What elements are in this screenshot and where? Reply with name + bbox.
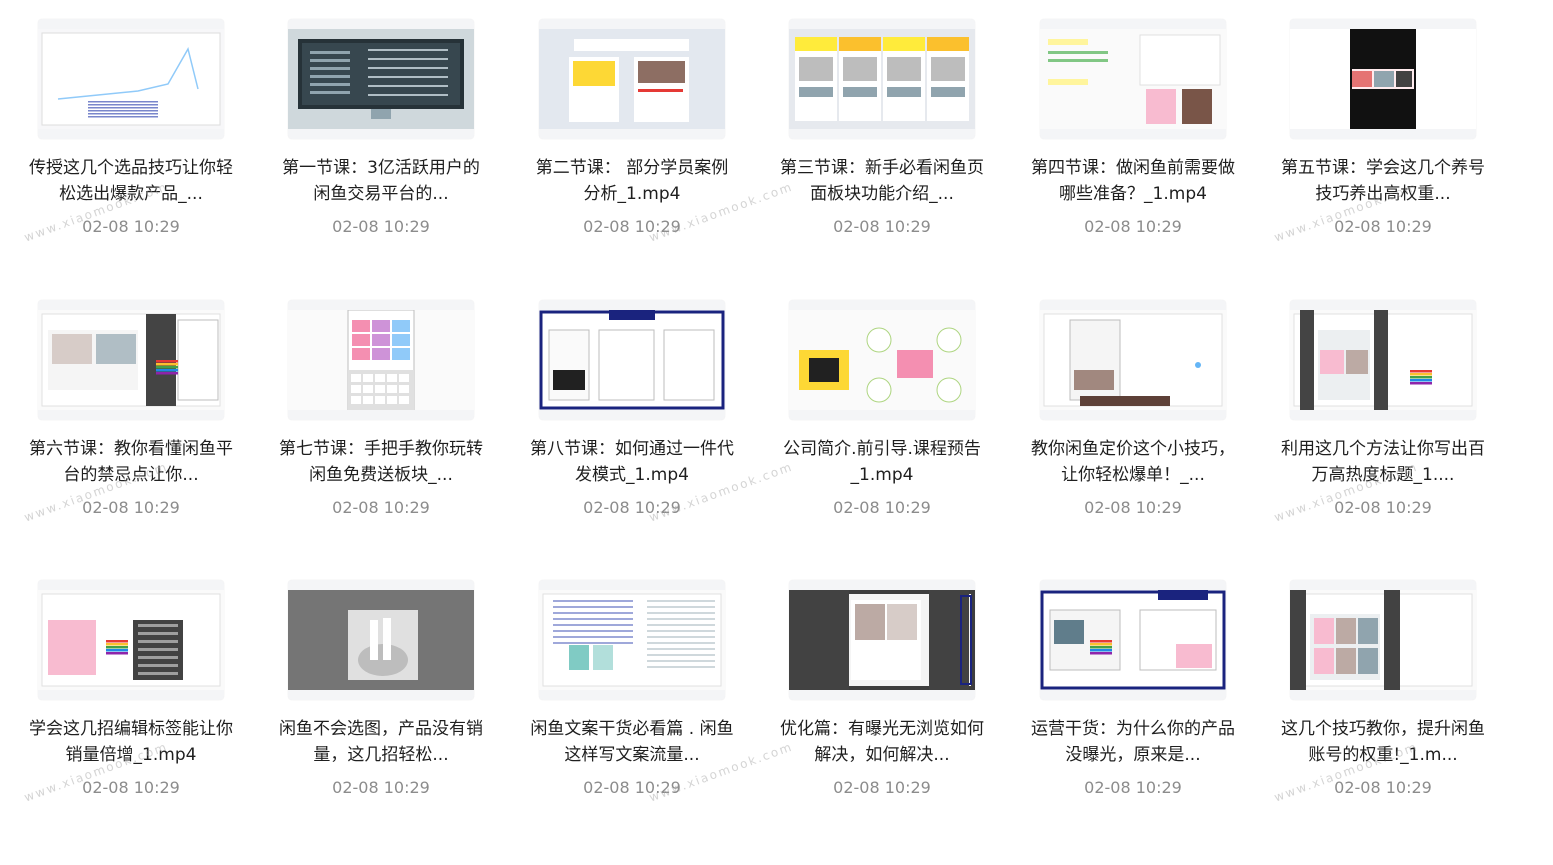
video-thumbnail[interactable] xyxy=(38,19,224,139)
video-thumbnail[interactable] xyxy=(539,300,725,420)
file-title[interactable]: 第三节课：新手必看闲鱼页面板块功能介绍_... xyxy=(779,155,985,207)
file-title[interactable]: 公司简介.前引导.课程预告_1.mp4 xyxy=(779,436,985,488)
file-timestamp: 02-08 10:29 xyxy=(833,498,931,517)
file-title[interactable]: 学会这几招编辑标签能让你销量倍增_1.mp4 xyxy=(28,716,234,768)
file-grid: 传授这几个选品技巧让你轻松选出爆款产品_... 02-08 10:29 第一节课：3… xyxy=(0,0,1553,865)
file-item[interactable]: 第五节课：学会这几个养号技巧养出高权重... 02-08 10:29 xyxy=(1281,19,1500,239)
file-timestamp: 02-08 10:29 xyxy=(82,498,180,517)
file-timestamp: 02-08 10:29 xyxy=(1334,778,1432,797)
video-thumbnail[interactable] xyxy=(539,19,725,139)
file-timestamp: 02-08 10:29 xyxy=(1084,498,1182,517)
video-thumbnail[interactable] xyxy=(789,19,975,139)
file-item[interactable]: 传授这几个选品技巧让你轻松选出爆款产品_... 02-08 10:29 xyxy=(29,19,248,239)
file-timestamp: 02-08 10:29 xyxy=(1084,217,1182,236)
file-timestamp: 02-08 10:29 xyxy=(1334,217,1432,236)
file-item[interactable]: 利用这几个方法让你写出百万高热度标题_1.... 02-08 10:29 xyxy=(1281,300,1500,520)
video-thumbnail[interactable] xyxy=(288,580,474,700)
video-thumbnail[interactable] xyxy=(38,580,224,700)
file-item[interactable]: 第二节课： 部分学员案例分析_1.mp4 02-08 10:29 xyxy=(536,19,749,239)
file-item[interactable]: 第六节课：教你看懂闲鱼平台的禁忌点让你... 02-08 10:29 xyxy=(29,300,248,520)
file-timestamp: 02-08 10:29 xyxy=(82,217,180,236)
file-item[interactable]: 第八节课：如何通过一件代发模式_1.mp4 02-08 10:29 xyxy=(530,300,749,520)
file-timestamp: 02-08 10:29 xyxy=(332,498,430,517)
file-item[interactable]: 第七节课：手把手教你玩转闲鱼免费送板块_... 02-08 10:29 xyxy=(279,300,498,520)
file-title[interactable]: 第六节课：教你看懂闲鱼平台的禁忌点让你... xyxy=(28,436,234,488)
file-title[interactable]: 这几个技巧教你，提升闲鱼账号的权重!_1.m... xyxy=(1280,716,1486,768)
file-timestamp: 02-08 10:29 xyxy=(583,778,681,797)
file-item[interactable]: 闲鱼文案干货必看篇 . 闲鱼这样写文案流量... 02-08 10:29 xyxy=(530,580,749,800)
file-item[interactable]: 第一节课：3亿活跃用户的闲鱼交易平台的... 02-08 10:29 xyxy=(282,19,498,239)
file-timestamp: 02-08 10:29 xyxy=(583,498,681,517)
file-item[interactable]: 教你闲鱼定价这个小技巧，让你轻松爆单！_... 02-08 10:29 xyxy=(1031,300,1250,520)
video-thumbnail[interactable] xyxy=(1040,19,1226,139)
file-item[interactable]: 公司简介.前引导.课程预告_1.mp4 02-08 10:29 xyxy=(783,300,999,520)
file-title[interactable]: 第八节课：如何通过一件代发模式_1.mp4 xyxy=(529,436,735,488)
file-title[interactable]: 利用这几个方法让你写出百万高热度标题_1.... xyxy=(1280,436,1486,488)
video-thumbnail[interactable] xyxy=(1040,580,1226,700)
file-item[interactable]: 优化篇：有曝光无浏览如何解决，如何解决... 02-08 10:29 xyxy=(780,580,999,800)
file-title[interactable]: 运营干货：为什么你的产品没曝光，原来是... xyxy=(1030,716,1236,768)
file-title[interactable]: 第一节课：3亿活跃用户的闲鱼交易平台的... xyxy=(278,155,484,207)
video-thumbnail[interactable] xyxy=(1290,300,1476,420)
file-title[interactable]: 第四节课：做闲鱼前需要做哪些准备？_1.mp4 xyxy=(1030,155,1236,207)
file-title[interactable]: 优化篇：有曝光无浏览如何解决，如何解决... xyxy=(779,716,985,768)
file-timestamp: 02-08 10:29 xyxy=(82,778,180,797)
file-title[interactable]: 第五节课：学会这几个养号技巧养出高权重... xyxy=(1280,155,1486,207)
file-timestamp: 02-08 10:29 xyxy=(583,217,681,236)
file-timestamp: 02-08 10:29 xyxy=(833,217,931,236)
file-item[interactable]: 第四节课：做闲鱼前需要做哪些准备？_1.mp4 02-08 10:29 xyxy=(1031,19,1250,239)
video-thumbnail[interactable] xyxy=(288,300,474,420)
file-timestamp: 02-08 10:29 xyxy=(1334,498,1432,517)
file-item[interactable]: 第三节课：新手必看闲鱼页面板块功能介绍_... 02-08 10:29 xyxy=(780,19,999,239)
video-thumbnail[interactable] xyxy=(38,300,224,420)
video-thumbnail[interactable] xyxy=(288,19,474,139)
file-timestamp: 02-08 10:29 xyxy=(332,217,430,236)
video-thumbnail[interactable] xyxy=(789,300,975,420)
file-timestamp: 02-08 10:29 xyxy=(833,778,931,797)
file-item[interactable]: 运营干货：为什么你的产品没曝光，原来是... 02-08 10:29 xyxy=(1031,580,1250,800)
video-thumbnail[interactable] xyxy=(539,580,725,700)
video-thumbnail[interactable] xyxy=(789,580,975,700)
video-thumbnail[interactable] xyxy=(1290,19,1476,139)
file-title[interactable]: 闲鱼不会选图，产品没有销量，这几招轻松... xyxy=(278,716,484,768)
file-timestamp: 02-08 10:29 xyxy=(332,778,430,797)
file-title[interactable]: 第二节课： 部分学员案例分析_1.mp4 xyxy=(529,155,735,207)
file-title[interactable]: 传授这几个选品技巧让你轻松选出爆款产品_... xyxy=(28,155,234,207)
file-item[interactable]: 闲鱼不会选图，产品没有销量，这几招轻松... 02-08 10:29 xyxy=(279,580,498,800)
file-title[interactable]: 闲鱼文案干货必看篇 . 闲鱼这样写文案流量... xyxy=(529,716,735,768)
file-title[interactable]: 第七节课：手把手教你玩转闲鱼免费送板块_... xyxy=(278,436,484,488)
file-item[interactable]: 学会这几招编辑标签能让你销量倍增_1.mp4 02-08 10:29 xyxy=(29,580,248,800)
file-title[interactable]: 教你闲鱼定价这个小技巧，让你轻松爆单！_... xyxy=(1030,436,1236,488)
file-timestamp: 02-08 10:29 xyxy=(1084,778,1182,797)
video-thumbnail[interactable] xyxy=(1040,300,1226,420)
video-thumbnail[interactable] xyxy=(1290,580,1476,700)
file-item[interactable]: 这几个技巧教你，提升闲鱼账号的权重!_1.m... 02-08 10:29 xyxy=(1281,580,1500,800)
